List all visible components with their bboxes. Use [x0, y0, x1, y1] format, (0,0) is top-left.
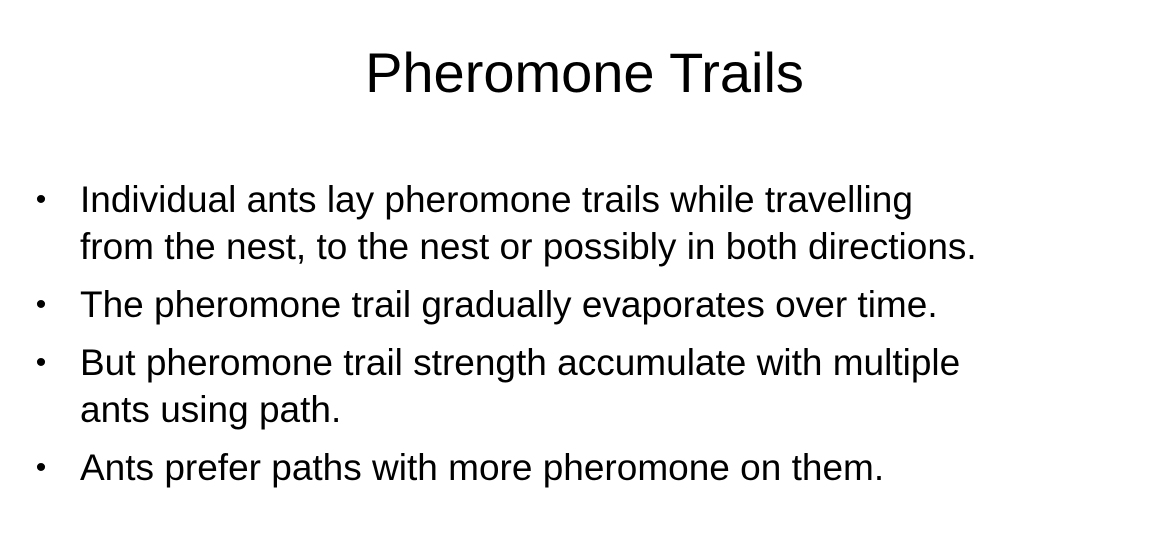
- bullet-list: • Individual ants lay pheromone trails w…: [30, 176, 1160, 502]
- bullet-item: • Ants prefer paths with more pheromone …: [30, 444, 1160, 491]
- slide-title: Pheromone Trails: [365, 41, 804, 104]
- bullet-line: Individual ants lay pheromone trails whi…: [80, 179, 913, 220]
- bullet-dot-icon: •: [35, 346, 47, 379]
- bullet-dot-icon: •: [35, 451, 47, 484]
- bullet-dot-icon: •: [35, 183, 47, 216]
- bullet-line: Ants prefer paths with more pheromone on…: [80, 447, 885, 488]
- bullet-line: from the nest, to the nest or possibly i…: [80, 226, 977, 267]
- bullet-item: • The pheromone trail gradually evaporat…: [30, 281, 1160, 328]
- bullet-line: But pheromone trail strength accumulate …: [80, 342, 961, 383]
- bullet-text: The pheromone trail gradually evaporates…: [80, 281, 1160, 328]
- bullet-item: • But pheromone trail strength accumulat…: [30, 339, 1160, 433]
- bullet-line: ants using path.: [80, 389, 342, 430]
- bullet-line: The pheromone trail gradually evaporates…: [80, 284, 938, 325]
- bullet-text: Ants prefer paths with more pheromone on…: [80, 444, 1160, 491]
- bullet-dot-icon: •: [35, 288, 47, 321]
- bullet-text: Individual ants lay pheromone trails whi…: [80, 176, 1160, 270]
- bullet-text: But pheromone trail strength accumulate …: [80, 339, 1160, 433]
- slide: Pheromone Trails • Individual ants lay p…: [0, 0, 1169, 543]
- bullet-item: • Individual ants lay pheromone trails w…: [30, 176, 1160, 270]
